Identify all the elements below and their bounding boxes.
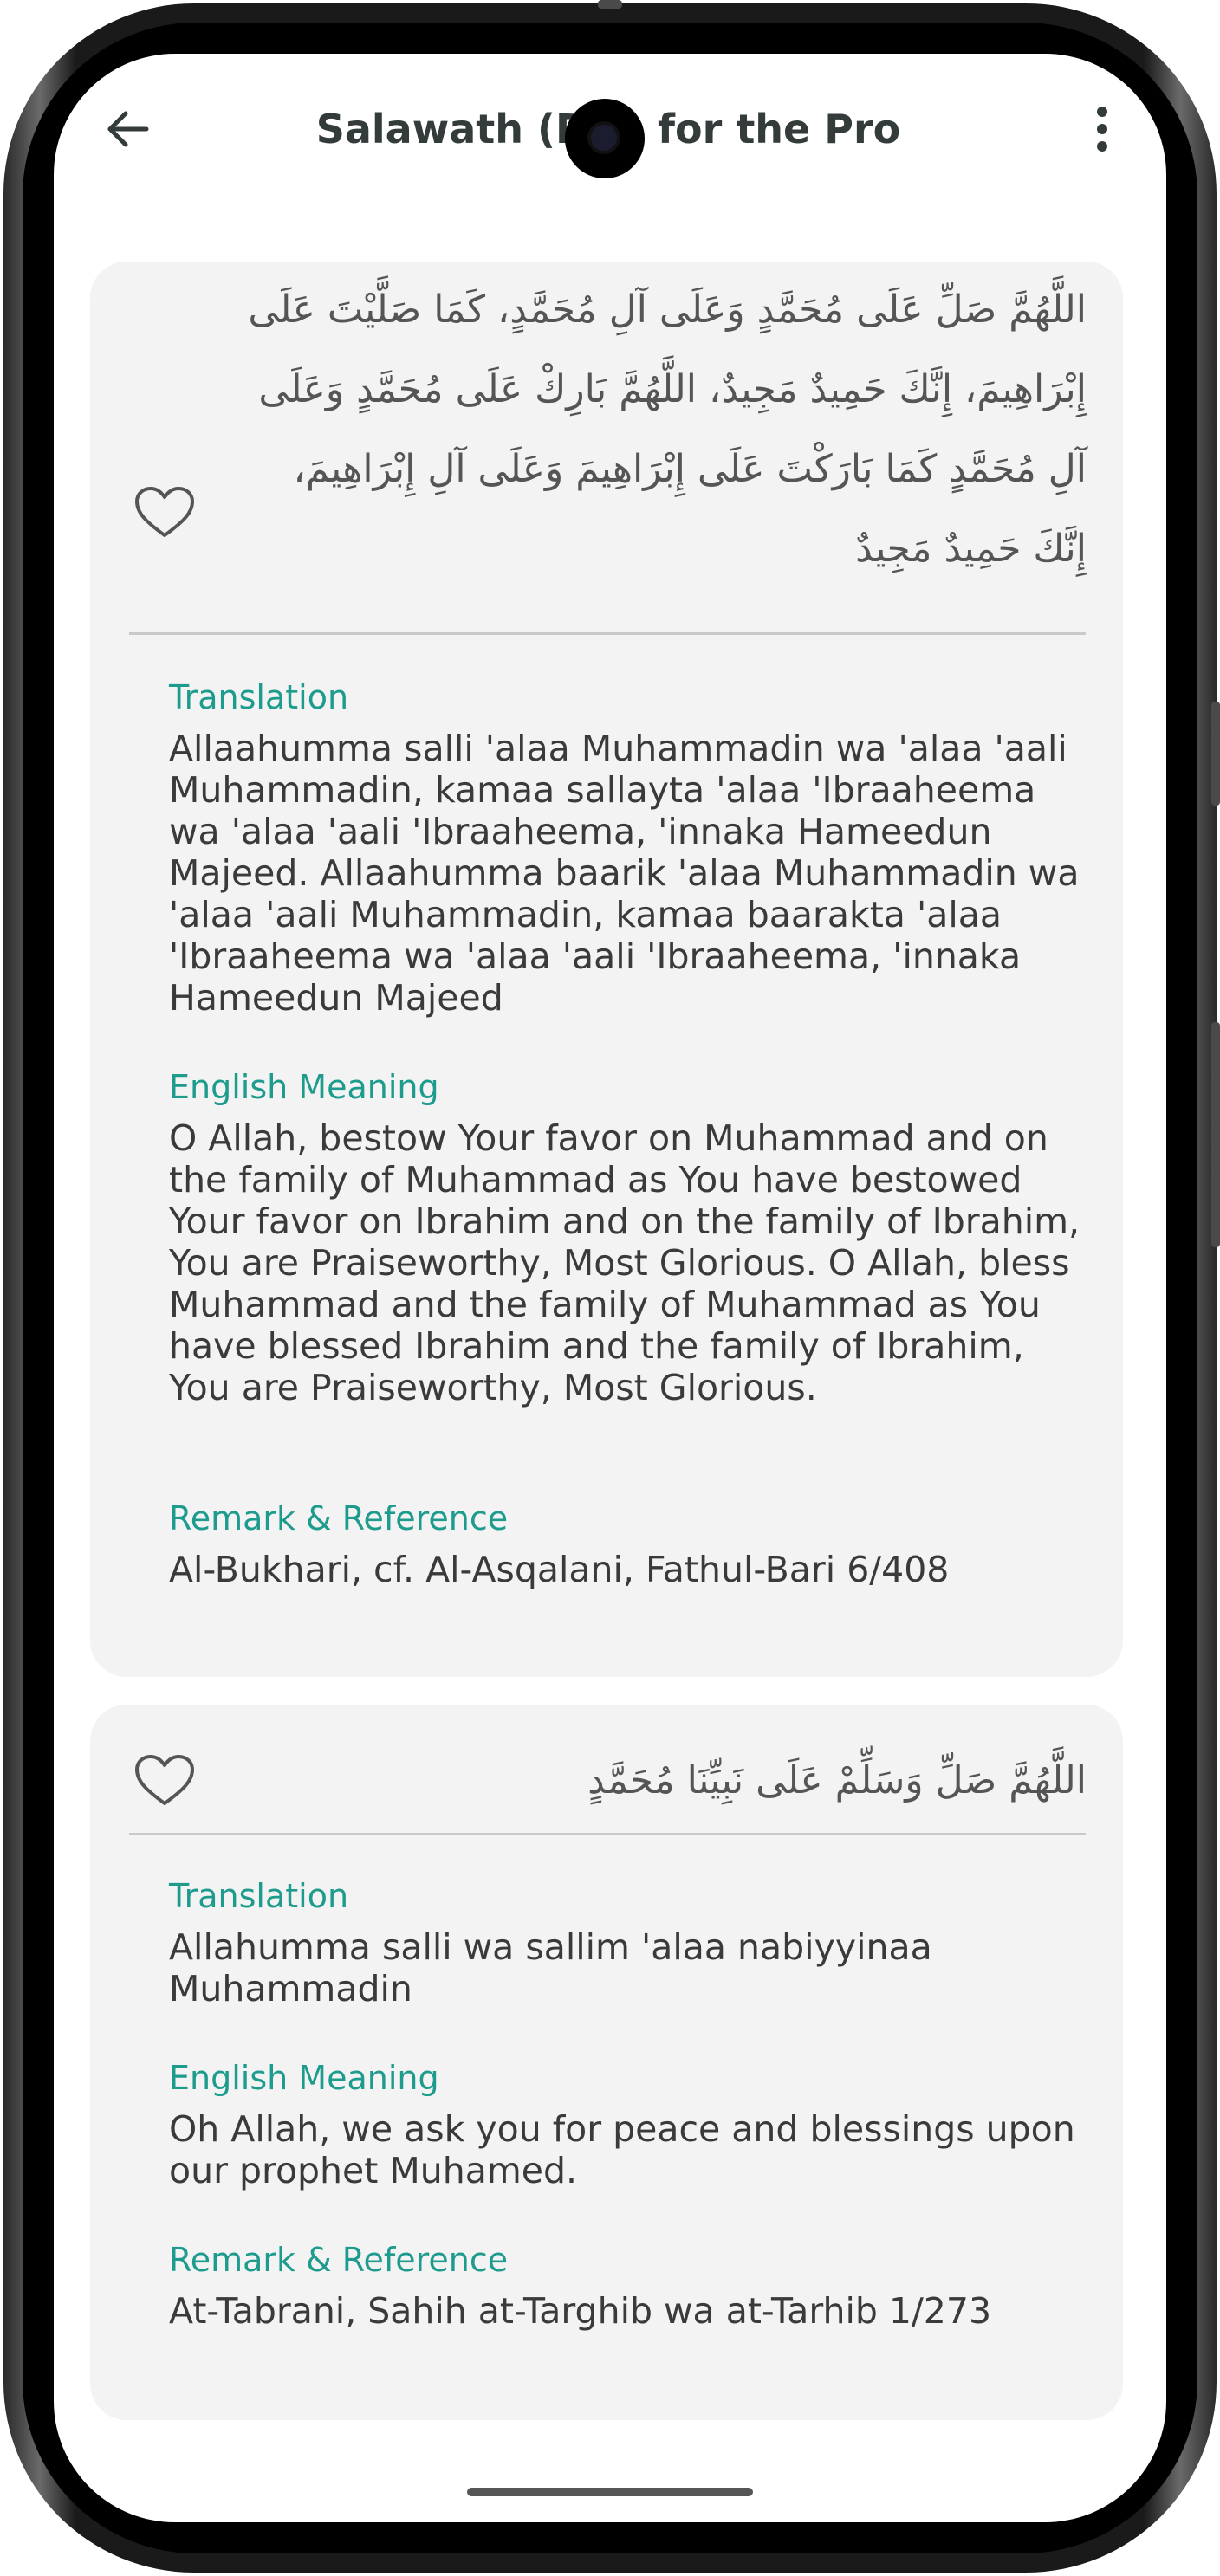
volume-button xyxy=(1211,1022,1220,1247)
translation-text: Allaahumma salli 'alaa Muhammadin wa 'al… xyxy=(169,728,1080,1019)
dua-card: اللَّهُمَّ صَلِّ عَلَى مُحَمَّدٍ وَعَلَى… xyxy=(90,262,1123,1677)
arabic-text: اللَّهُمَّ صَلِّ وَسَلِّمْ عَلَى نَبِيِّ… xyxy=(587,1758,1087,1803)
heart-outline-icon xyxy=(135,1755,194,1805)
translation-label: Translation xyxy=(169,678,349,716)
home-indicator[interactable] xyxy=(467,2488,753,2496)
translation-text: Allahumma salli wa sallim 'alaa nabiyyin… xyxy=(169,1926,932,2010)
back-button[interactable] xyxy=(97,99,158,159)
power-button xyxy=(1211,702,1220,806)
reference-label: Remark & Reference xyxy=(169,1499,509,1537)
phone-page: Salawath (Dua for the Pro اللَّهُمَّ صَل… xyxy=(0,0,1220,2576)
front-camera xyxy=(565,99,645,178)
divider xyxy=(129,1833,1086,1835)
dua-card: اللَّهُمَّ صَلِّ وَسَلِّمْ عَلَى نَبِيِّ… xyxy=(90,1705,1123,2420)
arrow-left-icon xyxy=(107,111,149,147)
english-meaning-text: Oh Allah, we ask you for peace and bless… xyxy=(169,2108,1075,2191)
reference-label: Remark & Reference xyxy=(169,2241,509,2279)
divider xyxy=(129,632,1086,635)
favorite-button[interactable] xyxy=(133,485,196,540)
overflow-menu-button[interactable] xyxy=(1076,99,1128,159)
favorite-button[interactable] xyxy=(133,1753,196,1809)
english-meaning-text: O Allah, bestow Your favor on Muhammad a… xyxy=(169,1117,1080,1408)
more-vertical-icon xyxy=(1097,107,1107,152)
app-screen: Salawath (Dua for the Pro اللَّهُمَّ صَل… xyxy=(54,54,1166,2522)
arabic-text: اللَّهُمَّ صَلِّ عَلَى مُحَمَّدٍ وَعَلَى… xyxy=(248,288,1087,571)
frame-top-notch xyxy=(598,0,622,9)
reference-text: At-Tabrani, Sahih at-Targhib wa at-Tarhi… xyxy=(169,2290,992,2332)
english-meaning-label: English Meaning xyxy=(169,1068,439,1106)
english-meaning-label: English Meaning xyxy=(169,2059,439,2097)
translation-label: Translation xyxy=(169,1877,349,1915)
reference-text: Al-Bukhari, cf. Al-Asqalani, Fathul-Bari… xyxy=(169,1549,950,1590)
heart-outline-icon xyxy=(135,487,194,537)
